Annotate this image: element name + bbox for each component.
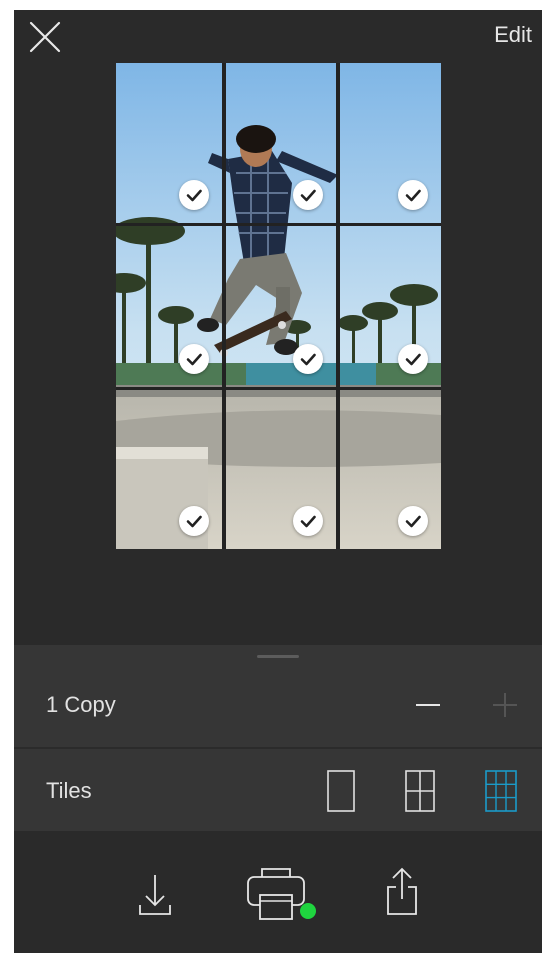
decrement-copies-button[interactable] [412, 689, 444, 721]
checkmark-icon [300, 189, 316, 202]
tile-option-single[interactable] [326, 769, 358, 815]
photo-tile[interactable] [226, 63, 336, 223]
photo-tile[interactable] [226, 226, 336, 387]
photo-tile[interactable] [340, 226, 441, 387]
tile-option-four[interactable] [404, 769, 436, 815]
download-button[interactable] [138, 871, 172, 917]
tile-selected-badge[interactable] [398, 344, 428, 374]
download-icon [139, 875, 171, 915]
top-bar: Edit [14, 10, 542, 60]
single-tile-icon [327, 770, 355, 812]
tile-selected-badge[interactable] [293, 180, 323, 210]
printer-connected-status-dot [300, 903, 316, 919]
checkmark-icon [186, 189, 202, 202]
checkmark-icon [405, 353, 421, 366]
tile-selected-badge[interactable] [179, 344, 209, 374]
tiles-label: Tiles [46, 778, 92, 803]
tile-selected-badge[interactable] [179, 506, 209, 536]
photo-tile[interactable] [340, 390, 441, 549]
photo-tile[interactable] [340, 63, 441, 223]
checkmark-icon [186, 515, 202, 528]
tile-selected-badge[interactable] [293, 506, 323, 536]
tile-selected-badge[interactable] [398, 506, 428, 536]
photo-tile[interactable] [116, 63, 222, 223]
increment-copies-button[interactable] [489, 689, 521, 721]
share-button[interactable] [386, 865, 418, 917]
plus-icon [493, 693, 517, 717]
print-preview-screen: Edit 1 Copy Tiles [14, 10, 542, 953]
print-options-sheet: 1 Copy Tiles [14, 645, 542, 831]
checkmark-icon [300, 515, 316, 528]
checkmark-icon [405, 189, 421, 202]
copies-label: 1 Copy [46, 692, 116, 717]
print-button[interactable] [244, 865, 324, 925]
photo-tile[interactable] [226, 390, 336, 549]
minus-icon [416, 704, 440, 706]
tiles-row: Tiles [14, 749, 542, 833]
close-button[interactable] [28, 20, 62, 54]
photo-tile[interactable] [116, 390, 222, 549]
copies-row: 1 Copy [14, 663, 542, 749]
nine-tile-icon [485, 770, 517, 812]
tile-preview-grid [116, 63, 441, 549]
sheet-drag-handle[interactable] [257, 655, 299, 658]
checkmark-icon [405, 515, 421, 528]
bottom-action-bar [14, 831, 542, 953]
photo-tile[interactable] [116, 226, 222, 387]
checkmark-icon [300, 353, 316, 366]
tile-selected-badge[interactable] [179, 180, 209, 210]
edit-button[interactable]: Edit [494, 22, 532, 48]
four-tile-icon [405, 770, 435, 812]
tile-selected-badge[interactable] [398, 180, 428, 210]
tile-option-nine[interactable] [484, 769, 518, 815]
share-icon [387, 867, 417, 915]
tile-selected-badge[interactable] [293, 344, 323, 374]
checkmark-icon [186, 353, 202, 366]
close-icon [29, 21, 61, 53]
